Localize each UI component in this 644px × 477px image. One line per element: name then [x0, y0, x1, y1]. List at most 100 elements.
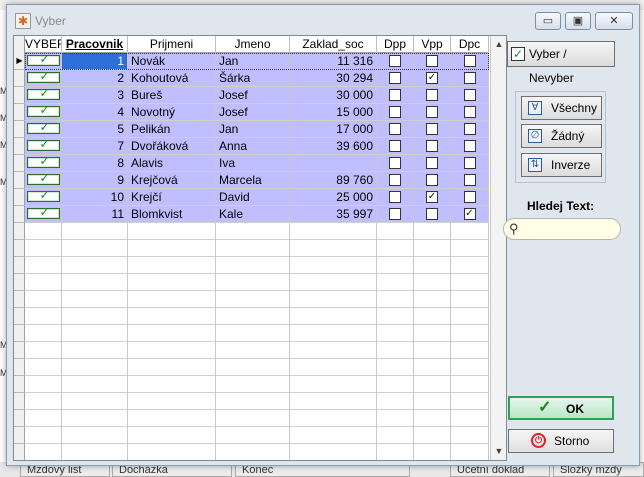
- row-indicator[interactable]: [14, 121, 25, 138]
- jmeno-cell[interactable]: Jan: [216, 53, 290, 70]
- ok-button[interactable]: ✓ OK: [508, 396, 614, 420]
- dpc-cell[interactable]: ✓: [451, 206, 489, 223]
- zaklad-soc-cell[interactable]: 89 760: [290, 172, 377, 189]
- dpp-cell[interactable]: [377, 172, 414, 189]
- dpp-cell[interactable]: [377, 325, 414, 342]
- vpp-cell[interactable]: [414, 342, 451, 359]
- dpp-cell[interactable]: [377, 257, 414, 274]
- dpc-checkbox[interactable]: [463, 174, 476, 186]
- vpp-cell[interactable]: [414, 393, 451, 410]
- vyber-cell[interactable]: [25, 223, 62, 240]
- dpp-cell[interactable]: [377, 393, 414, 410]
- vpp-cell[interactable]: [414, 240, 451, 257]
- dpp-cell[interactable]: [377, 291, 414, 308]
- vyber-toggle[interactable]: ✓: [26, 172, 60, 185]
- dpc-cell[interactable]: [451, 359, 489, 376]
- dpc-checkbox[interactable]: [463, 106, 476, 118]
- dpp-checkbox[interactable]: [389, 157, 401, 169]
- dpc-cell[interactable]: [451, 427, 489, 444]
- vyber-header[interactable]: VYBER: [25, 36, 62, 53]
- dpp-checkbox[interactable]: [389, 72, 401, 84]
- dpc-cell[interactable]: [451, 70, 489, 87]
- empty-table-row[interactable]: [25, 444, 489, 460]
- vyber-toggle[interactable]: ✓: [26, 155, 60, 168]
- vpp-cell[interactable]: [414, 121, 451, 138]
- dpp-cell[interactable]: [377, 444, 414, 460]
- row-indicator[interactable]: [14, 138, 25, 155]
- jmeno-cell[interactable]: Anna: [216, 138, 290, 155]
- dpp-cell[interactable]: [377, 240, 414, 257]
- vyber-cell[interactable]: [25, 274, 62, 291]
- dpc-cell[interactable]: [451, 291, 489, 308]
- zaklad-soc-cell[interactable]: 25 000: [290, 189, 377, 206]
- prijmeni-cell[interactable]: Novotný: [128, 104, 216, 121]
- table-row[interactable]: ✓ 2 Kohoutová Šárka 30 294 ✓: [25, 70, 489, 87]
- pracovnik-cell[interactable]: [62, 223, 128, 240]
- vpp-cell[interactable]: [414, 444, 451, 460]
- dpc-checkbox[interactable]: [463, 55, 476, 67]
- dpc-checkbox[interactable]: [463, 72, 476, 84]
- dpp-cell[interactable]: [377, 104, 414, 121]
- row-indicator[interactable]: [14, 87, 25, 104]
- jmeno-cell[interactable]: [216, 308, 290, 325]
- pracovnik-cell[interactable]: [62, 359, 128, 376]
- employee-grid[interactable]: ▶ VYBER Pracovnik Prijmeni Jmeno Zaklad_soc D…: [13, 35, 507, 461]
- vpp-cell[interactable]: [414, 172, 451, 189]
- row-indicator[interactable]: [14, 291, 25, 308]
- dpp-cell[interactable]: [377, 274, 414, 291]
- row-indicator[interactable]: [14, 257, 25, 274]
- prijmeni-cell[interactable]: Kohoutová: [128, 70, 216, 87]
- row-indicator[interactable]: ▶: [14, 53, 25, 70]
- zaklad-soc-cell[interactable]: 30 000: [290, 87, 377, 104]
- close-button[interactable]: ✕: [595, 12, 633, 30]
- vpp-checkbox[interactable]: [426, 123, 438, 135]
- jmeno-cell[interactable]: Iva: [216, 155, 290, 172]
- jmeno-header[interactable]: Jmeno: [216, 36, 290, 53]
- jmeno-cell[interactable]: [216, 291, 290, 308]
- storno-button[interactable]: ⏻ Storno: [508, 429, 614, 453]
- jmeno-cell[interactable]: [216, 376, 290, 393]
- dpp-cell[interactable]: [377, 376, 414, 393]
- dpc-cell[interactable]: [451, 393, 489, 410]
- dpp-header[interactable]: Dpp: [377, 36, 414, 53]
- empty-table-row[interactable]: [25, 359, 489, 376]
- dpp-cell[interactable]: [377, 53, 414, 70]
- dpp-cell[interactable]: [377, 121, 414, 138]
- row-indicator[interactable]: [14, 376, 25, 393]
- zaklad-soc-cell[interactable]: 15 000: [290, 104, 377, 121]
- dpp-checkbox[interactable]: [389, 89, 401, 101]
- dpp-checkbox[interactable]: [389, 106, 401, 118]
- row-indicator[interactable]: [14, 393, 25, 410]
- empty-table-row[interactable]: [25, 410, 489, 427]
- zaklad-soc-cell[interactable]: [290, 155, 377, 172]
- vyber-cell[interactable]: ✓: [25, 104, 62, 121]
- table-row[interactable]: ✓ 9 Krejčová Marcela 89 760: [25, 172, 489, 189]
- table-row[interactable]: ✓ 11 Blomkvist Kale 35 997 ✓: [25, 206, 489, 223]
- maximize-button[interactable]: ▣: [565, 12, 591, 30]
- jmeno-cell[interactable]: [216, 444, 290, 460]
- row-indicator[interactable]: [14, 104, 25, 121]
- row-indicator[interactable]: [14, 325, 25, 342]
- vyber-cell[interactable]: [25, 291, 62, 308]
- pracovnik-cell[interactable]: 9: [62, 172, 128, 189]
- dpp-checkbox[interactable]: [389, 55, 401, 67]
- vpp-checkbox[interactable]: [426, 89, 438, 101]
- dpc-header[interactable]: Dpc: [451, 36, 489, 53]
- jmeno-cell[interactable]: [216, 393, 290, 410]
- dpc-cell[interactable]: [451, 104, 489, 121]
- zaklad-soc-cell[interactable]: [290, 325, 377, 342]
- prijmeni-cell[interactable]: [128, 444, 216, 460]
- row-indicator[interactable]: [14, 189, 25, 206]
- dpp-cell[interactable]: [377, 87, 414, 104]
- jmeno-cell[interactable]: Kale: [216, 206, 290, 223]
- vyber-toggle[interactable]: ✓: [26, 104, 60, 117]
- vyber-toggle[interactable]: ✓: [26, 189, 60, 202]
- vpp-cell[interactable]: [414, 376, 451, 393]
- table-row[interactable]: ✓ 10 Krejčí David 25 000 ✓: [25, 189, 489, 206]
- zaklad-soc-cell[interactable]: [290, 257, 377, 274]
- zaklad-soc-cell[interactable]: [290, 274, 377, 291]
- vyber-cell[interactable]: [25, 325, 62, 342]
- vyber-cell[interactable]: ✓: [25, 70, 62, 87]
- table-row[interactable]: ✓ 7 Dvořáková Anna 39 600: [25, 138, 489, 155]
- zaklad-soc-cell[interactable]: 17 000: [290, 121, 377, 138]
